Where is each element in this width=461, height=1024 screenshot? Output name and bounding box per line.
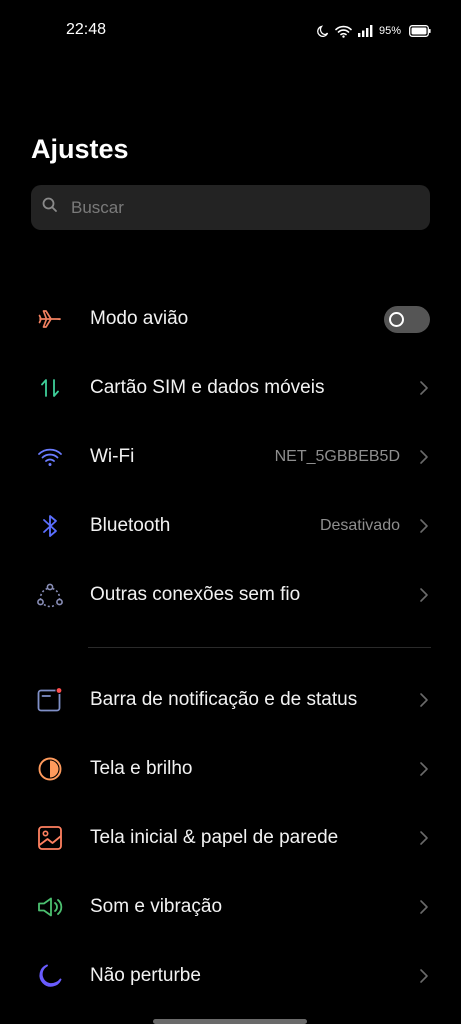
wifi-network-name: NET_5GBBEB5D (274, 448, 400, 465)
chevron-right-icon (419, 448, 431, 466)
toggle-knob (389, 311, 404, 327)
chevron-right-icon (419, 898, 431, 916)
setting-do-not-disturb[interactable]: Não perturbe (0, 946, 461, 1006)
setting-label: Modo avião (90, 308, 189, 329)
chevron-right-icon (419, 691, 431, 709)
brightness-icon (36, 755, 64, 783)
setting-sim-mobile-data[interactable]: Cartão SIM e dados móveis (0, 358, 461, 418)
home-indicator[interactable] (153, 1019, 307, 1024)
setting-label: Outras conexões sem fio (90, 584, 301, 605)
setting-label: Cartão SIM e dados móveis (90, 377, 325, 398)
bluetooth-icon (36, 512, 64, 540)
setting-label: Tela e brilho (90, 758, 193, 779)
setting-label: Som e vibração (90, 896, 223, 917)
status-time: 22:48 (66, 21, 107, 38)
wifi-icon (36, 443, 64, 471)
setting-airplane-mode[interactable]: Modo avião (0, 289, 461, 349)
chevron-right-icon (419, 967, 431, 985)
airplane-mode-toggle[interactable] (384, 305, 430, 333)
setting-label: Bluetooth (90, 515, 171, 536)
notification-bar-icon (36, 686, 64, 714)
setting-display-brightness[interactable]: Tela e brilho (0, 739, 461, 799)
search-box[interactable] (31, 185, 430, 230)
moon-icon (317, 25, 329, 37)
setting-label: Barra de notificação e de status (90, 689, 358, 710)
setting-bluetooth[interactable]: Bluetooth Desativado (0, 496, 461, 556)
airplane-icon (36, 305, 64, 333)
setting-notification-status-bar[interactable]: Barra de notificação e de status (0, 670, 461, 730)
page-title: Ajustes (31, 134, 129, 164)
battery-icon (409, 25, 431, 37)
bluetooth-status: Desativado (319, 517, 400, 534)
speaker-icon (36, 893, 64, 921)
setting-other-connections[interactable]: Outras conexões sem fio (0, 565, 461, 625)
divider (88, 647, 431, 648)
chevron-right-icon (419, 517, 431, 535)
status-bar: 22:48 95% (0, 0, 461, 60)
setting-home-screen-wallpaper[interactable]: Tela inicial & papel de parede (0, 808, 461, 868)
setting-wifi[interactable]: Wi-Fi NET_5GBBEB5D (0, 427, 461, 487)
wifi-icon (335, 25, 352, 38)
wallpaper-icon (36, 824, 64, 852)
chevron-right-icon (419, 829, 431, 847)
search-input[interactable] (69, 196, 393, 219)
status-icons: 95% (317, 22, 431, 40)
mobile-data-icon (36, 374, 64, 402)
setting-label: Wi-Fi (90, 446, 135, 467)
chevron-right-icon (419, 379, 431, 397)
connections-icon (36, 581, 64, 609)
search-icon (41, 196, 59, 219)
signal-icon (357, 25, 373, 37)
setting-label: Tela inicial & papel de parede (90, 827, 339, 848)
chevron-right-icon (419, 760, 431, 778)
setting-sound-vibration[interactable]: Som e vibração (0, 877, 461, 937)
moon-icon (36, 962, 64, 990)
setting-label: Não perturbe (90, 965, 201, 986)
battery-percent: 95% (378, 25, 401, 37)
chevron-right-icon (419, 586, 431, 604)
